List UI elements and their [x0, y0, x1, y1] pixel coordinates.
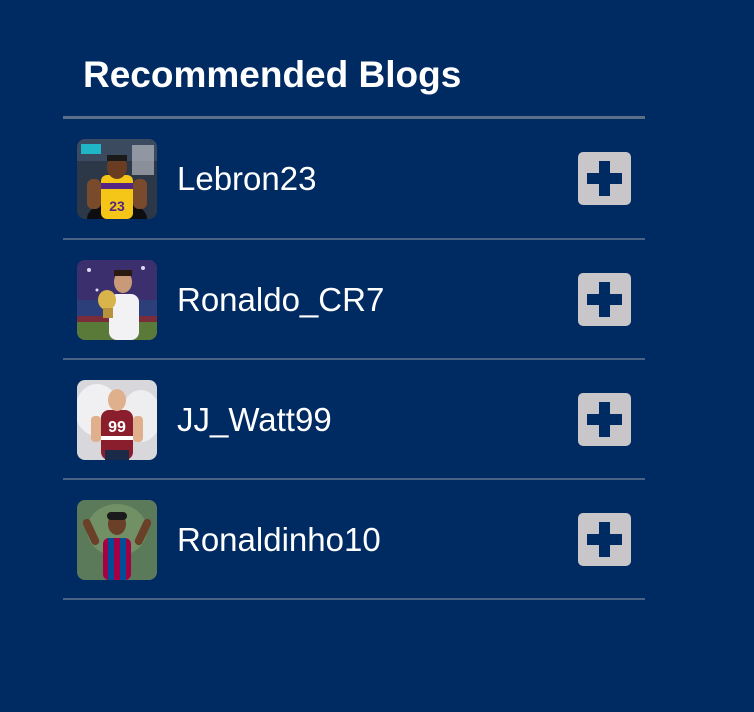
blog-name[interactable]: Lebron23	[177, 159, 316, 199]
add-blog-button[interactable]	[578, 393, 631, 446]
section-title: Recommended Blogs	[63, 36, 645, 119]
blog-row[interactable]: Ronaldinho10	[63, 480, 645, 600]
plus-icon	[587, 161, 622, 196]
jj-watt-avatar-photo: 99	[77, 380, 157, 460]
plus-icon	[587, 282, 622, 317]
blog-name[interactable]: JJ_Watt99	[177, 400, 332, 440]
avatar[interactable]: 23	[77, 139, 157, 219]
blog-name[interactable]: Ronaldo_CR7	[177, 280, 384, 320]
plus-icon	[587, 402, 622, 437]
blog-row[interactable]: 23 Lebron23	[63, 119, 645, 240]
svg-text:99: 99	[108, 419, 126, 436]
add-blog-button[interactable]	[578, 273, 631, 326]
add-blog-button[interactable]	[578, 513, 631, 566]
avatar[interactable]: 99	[77, 380, 157, 460]
lebron-avatar-photo: 23	[77, 139, 157, 219]
avatar[interactable]	[77, 260, 157, 340]
svg-text:23: 23	[109, 198, 125, 214]
blog-row[interactable]: 99 JJ_Watt99	[63, 360, 645, 480]
blog-name[interactable]: Ronaldinho10	[177, 520, 381, 560]
ronaldinho-avatar-photo	[77, 500, 157, 580]
blog-list: 23 Lebron23 Ronaldo_CR7 99 JJ_Watt99 Ron…	[63, 119, 645, 600]
add-blog-button[interactable]	[578, 152, 631, 205]
blog-row[interactable]: Ronaldo_CR7	[63, 240, 645, 360]
plus-icon	[587, 522, 622, 557]
avatar[interactable]	[77, 500, 157, 580]
recommended-blogs-panel: Recommended Blogs 23 Lebron23 Ronaldo_CR…	[63, 36, 645, 600]
ronaldo-avatar-photo	[77, 260, 157, 340]
